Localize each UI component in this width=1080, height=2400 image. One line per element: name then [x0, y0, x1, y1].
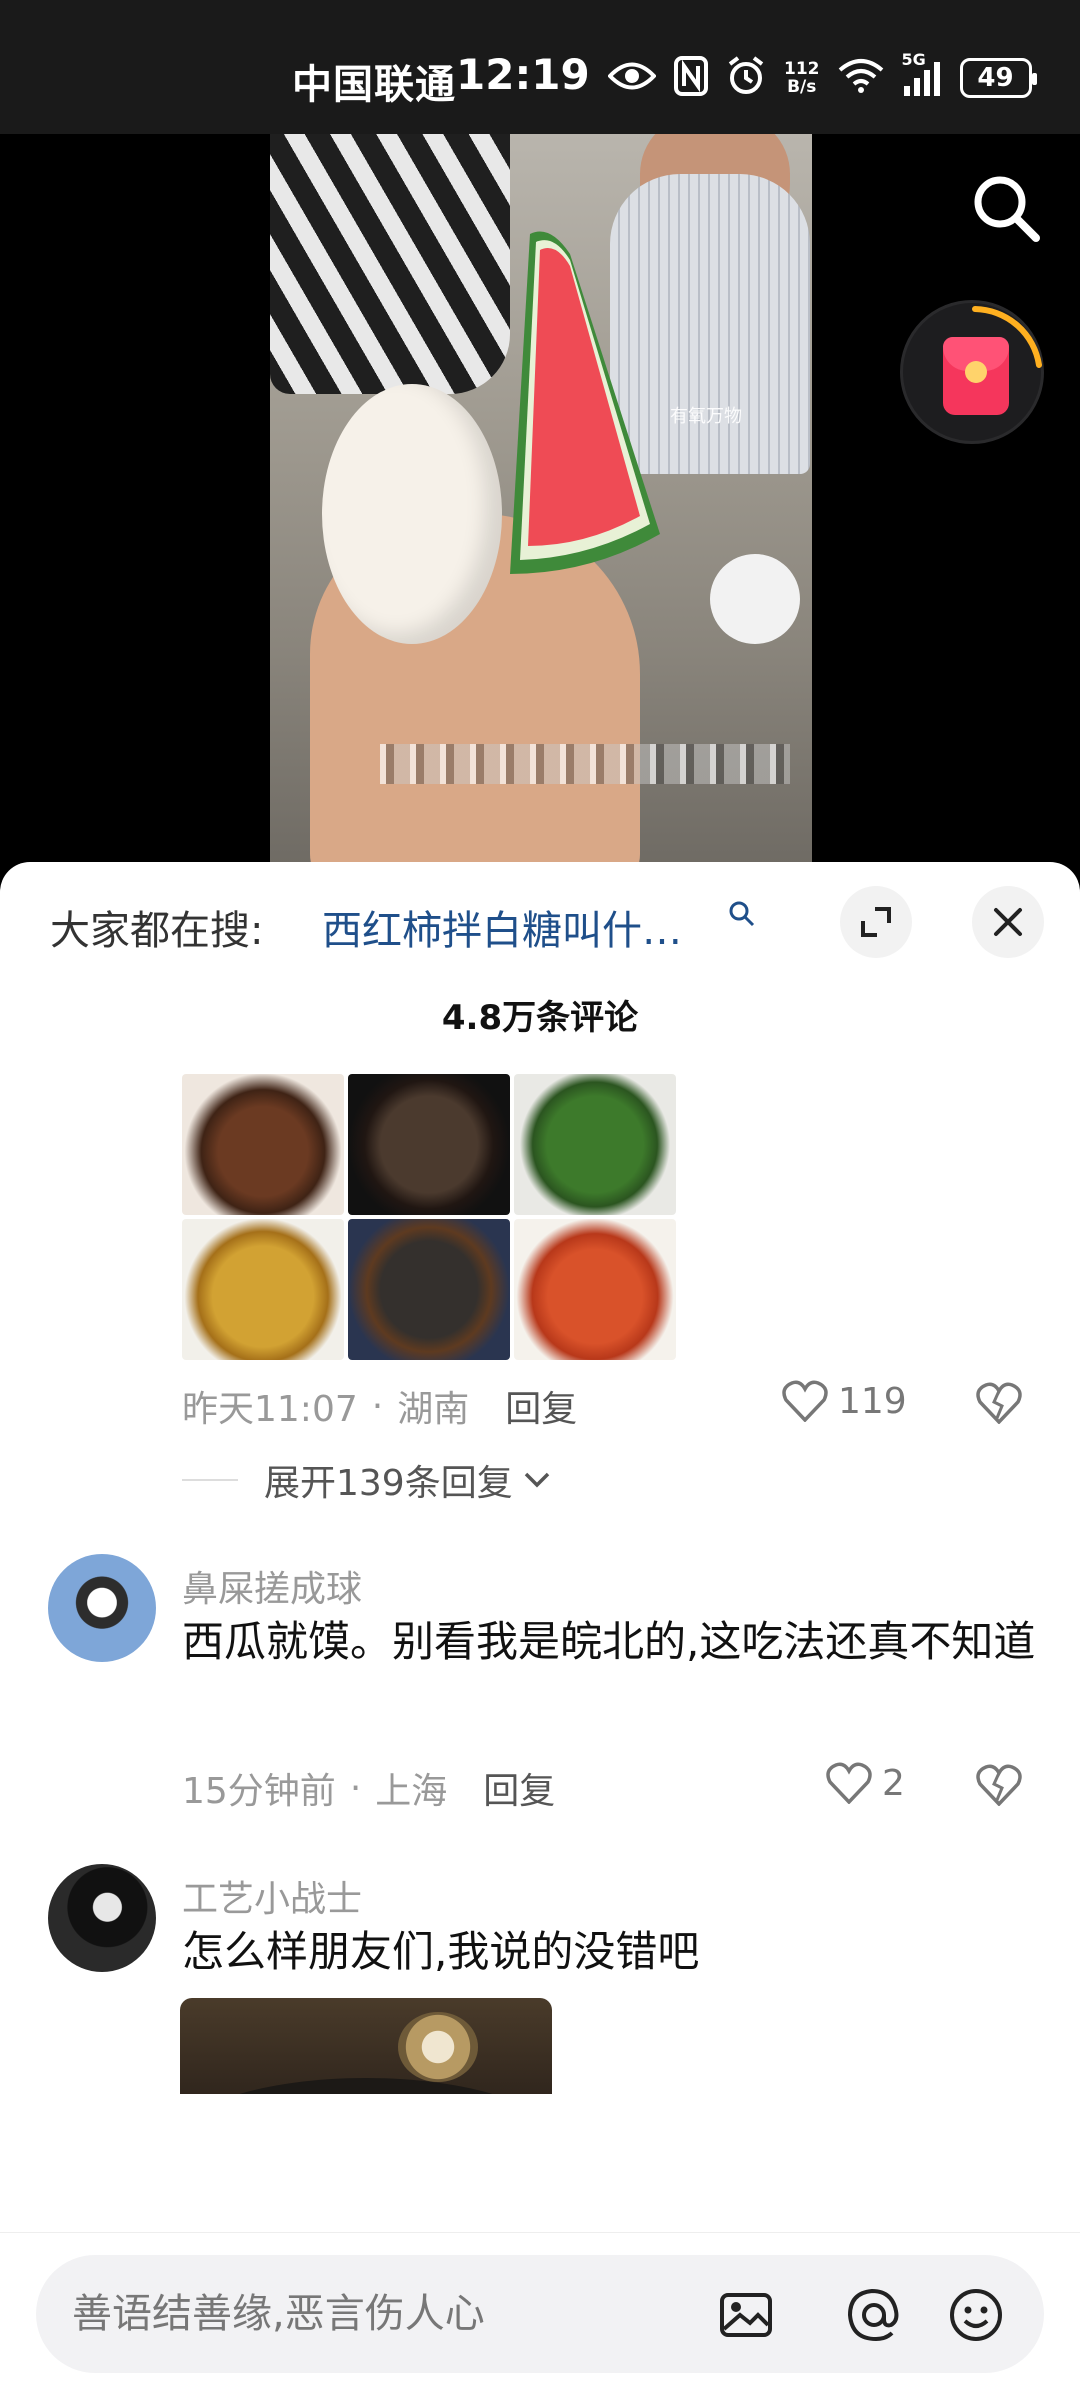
image-icon — [720, 2293, 772, 2337]
video-frame[interactable]: 有氧万物 — [270, 134, 812, 864]
eye-icon — [607, 59, 657, 97]
reply-button[interactable]: 回复 — [483, 1762, 555, 1814]
network-type: 5G — [901, 50, 926, 69]
divider-line — [182, 1479, 238, 1481]
trending-search-link[interactable]: 西红柿拌白糖叫什… — [322, 898, 682, 956]
mention-button[interactable] — [844, 2285, 904, 2345]
comment-location: 湖南 — [397, 1389, 470, 1430]
comment-meta: 昨天11:07 · 湖南 回复 — [182, 1380, 577, 1432]
heart-icon — [826, 1762, 872, 1804]
expand-button[interactable] — [840, 886, 912, 958]
food-image[interactable] — [514, 1219, 676, 1360]
trending-label: 大家都在搜: — [50, 908, 264, 954]
comment-time: 15分钟前 — [182, 1771, 336, 1812]
comment-text: 西瓜就馍。别看我是皖北的,这吃法还真不知道 — [182, 1617, 1036, 1666]
comment-input[interactable] — [72, 2255, 712, 2373]
separator-dot: · — [371, 1385, 384, 1427]
emoji-button[interactable] — [946, 2285, 1006, 2345]
expand-icon — [861, 907, 891, 937]
like-button[interactable]: 119 — [782, 1380, 907, 1422]
red-packet-icon — [943, 337, 1009, 415]
broken-heart-icon — [976, 1382, 1022, 1425]
video-player[interactable]: 有氧万物 — [0, 134, 1080, 864]
meme-cap-badge — [398, 2012, 478, 2082]
avatar[interactable] — [48, 1554, 156, 1662]
image-picker-button[interactable] — [716, 2285, 776, 2345]
like-button[interactable]: 2 — [826, 1762, 905, 1804]
signal-icon: 5G — [902, 50, 942, 100]
sheet-header: 大家都在搜: 西红柿拌白糖叫什… — [0, 862, 1080, 962]
chevron-down-icon — [524, 1472, 549, 1488]
comment-list[interactable]: 昨天11:07 · 湖南 回复 119 展开139条回复 鼻屎搓成球 西瓜就馍。… — [0, 1074, 1080, 2094]
video-watermark: 有氧万物 — [670, 406, 742, 427]
avatar[interactable] — [48, 1864, 156, 1972]
emoji-icon — [950, 2289, 1002, 2341]
comment-sheet: 大家都在搜: 西红柿拌白糖叫什… 4.8万条评论 昨天11:07 · 湖南 回复 — [0, 862, 1080, 2400]
expand-replies-label: 展开139条回复 — [264, 1463, 513, 1504]
username[interactable]: 鼻屎搓成球 — [182, 1560, 362, 1612]
status-bar: 中国联通 12:19 112 B/s 5G 49 — [0, 0, 1080, 134]
separator-dot: · — [349, 1767, 362, 1809]
username[interactable]: 工艺小战士 — [182, 1870, 362, 1922]
search-icon — [974, 176, 1040, 242]
comment-text: 怎么样朋友们,我说的没错吧 — [182, 1927, 700, 1976]
network-speed-unit: B/s — [787, 77, 817, 97]
comment-location: 上海 — [375, 1771, 448, 1812]
reply-button[interactable]: 回复 — [505, 1380, 577, 1432]
red-packet-button[interactable] — [900, 300, 1044, 444]
comment-input-bar — [0, 2232, 1080, 2400]
comment-meme-image[interactable] — [180, 1998, 552, 2094]
nfc-icon — [674, 56, 708, 100]
network-speed-value: 112 — [784, 59, 820, 79]
comment-time: 昨天11:07 — [182, 1389, 358, 1430]
dislike-button[interactable] — [976, 1382, 1022, 1428]
food-image[interactable] — [514, 1074, 676, 1215]
video-cup — [710, 554, 800, 644]
meme-cap — [180, 2078, 552, 2094]
at-icon — [847, 2288, 899, 2342]
battery-level: 49 — [977, 63, 1014, 93]
close-button[interactable] — [972, 886, 1044, 958]
like-count: 119 — [838, 1380, 907, 1422]
food-image[interactable] — [182, 1074, 344, 1215]
dislike-button[interactable] — [976, 1764, 1022, 1810]
close-icon — [994, 908, 1022, 936]
food-image[interactable] — [182, 1219, 344, 1360]
like-count: 2 — [882, 1762, 905, 1804]
food-image[interactable] — [348, 1219, 510, 1360]
comment-meta: 15分钟前 · 上海 回复 — [182, 1762, 555, 1814]
clock: 12:19 — [456, 50, 590, 99]
wifi-icon — [838, 58, 884, 98]
expand-replies-button[interactable]: 展开139条回复 — [182, 1454, 551, 1506]
comment-input-box[interactable] — [36, 2255, 1044, 2373]
heart-icon — [782, 1380, 828, 1422]
battery-icon: 49 — [959, 58, 1037, 98]
video-caption-blur — [380, 744, 790, 784]
network-speed: 112 B/s — [784, 60, 820, 96]
search-button[interactable] — [966, 168, 1046, 248]
comment-image-grid[interactable] — [182, 1074, 676, 1360]
search-icon[interactable] — [728, 900, 756, 932]
status-icons: 112 B/s 5G 49 — [607, 50, 1037, 100]
video-watermelon — [510, 231, 660, 574]
broken-heart-icon — [976, 1764, 1022, 1807]
comment-count: 4.8万条评论 — [441, 998, 639, 1038]
food-image[interactable] — [348, 1074, 510, 1215]
carrier-name: 中国联通 — [292, 62, 456, 108]
alarm-icon — [726, 56, 766, 100]
